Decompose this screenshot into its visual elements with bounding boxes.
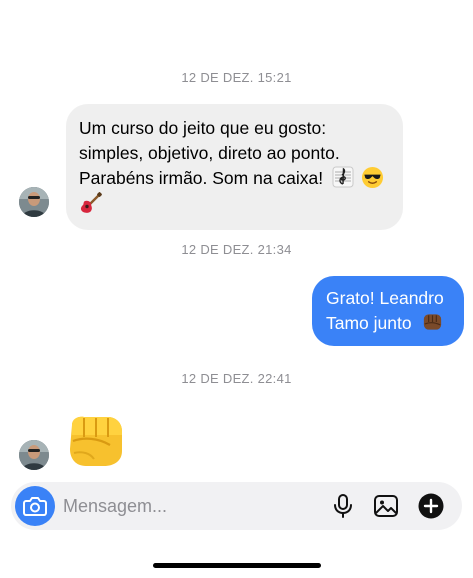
sunglasses-face-icon <box>361 166 383 189</box>
chat-screen: 12 DE DEZ. 15:21 Um curso do jeito que e… <box>0 0 473 578</box>
microphone-icon[interactable] <box>329 492 357 520</box>
outgoing-message-bubble[interactable]: Grato! Leandro Tamo junto <box>312 276 464 346</box>
message-line: Um curso do jeito que eu gosto: <box>79 118 327 138</box>
fist-bump-dark-icon <box>424 314 442 330</box>
timestamp: 12 DE DEZ. 22:41 <box>181 371 292 386</box>
message-line <box>79 191 389 218</box>
camera-button[interactable] <box>15 486 55 526</box>
message-line: Parabéns irmão. Som na caixa! <box>79 166 389 191</box>
oncoming-fist-icon <box>70 416 122 466</box>
message-line: Tamo junto <box>326 311 452 336</box>
camera-icon <box>23 497 47 516</box>
treble-clef-icon <box>332 166 354 188</box>
guitar-icon <box>80 192 102 213</box>
timestamp: 12 DE DEZ. 15:21 <box>181 70 292 85</box>
oncoming-fist-emoji-message[interactable] <box>64 411 128 469</box>
message-line: Grato! Leandro <box>326 288 444 308</box>
message-composer <box>11 482 462 530</box>
add-circle-icon[interactable] <box>417 492 445 520</box>
home-indicator[interactable] <box>153 563 321 568</box>
message-line: simples, objetivo, direto ao ponto. <box>79 143 340 163</box>
timestamp: 12 DE DEZ. 21:34 <box>181 242 292 257</box>
incoming-message-bubble[interactable]: Um curso do jeito que eu gosto: simples,… <box>66 104 403 230</box>
gallery-icon[interactable] <box>372 492 400 520</box>
message-line-text: Parabéns irmão. Som na caixa! <box>79 168 324 188</box>
message-input[interactable] <box>63 488 313 524</box>
avatar[interactable] <box>19 187 49 217</box>
avatar[interactable] <box>19 440 49 470</box>
message-line-text: Tamo junto <box>326 313 412 333</box>
